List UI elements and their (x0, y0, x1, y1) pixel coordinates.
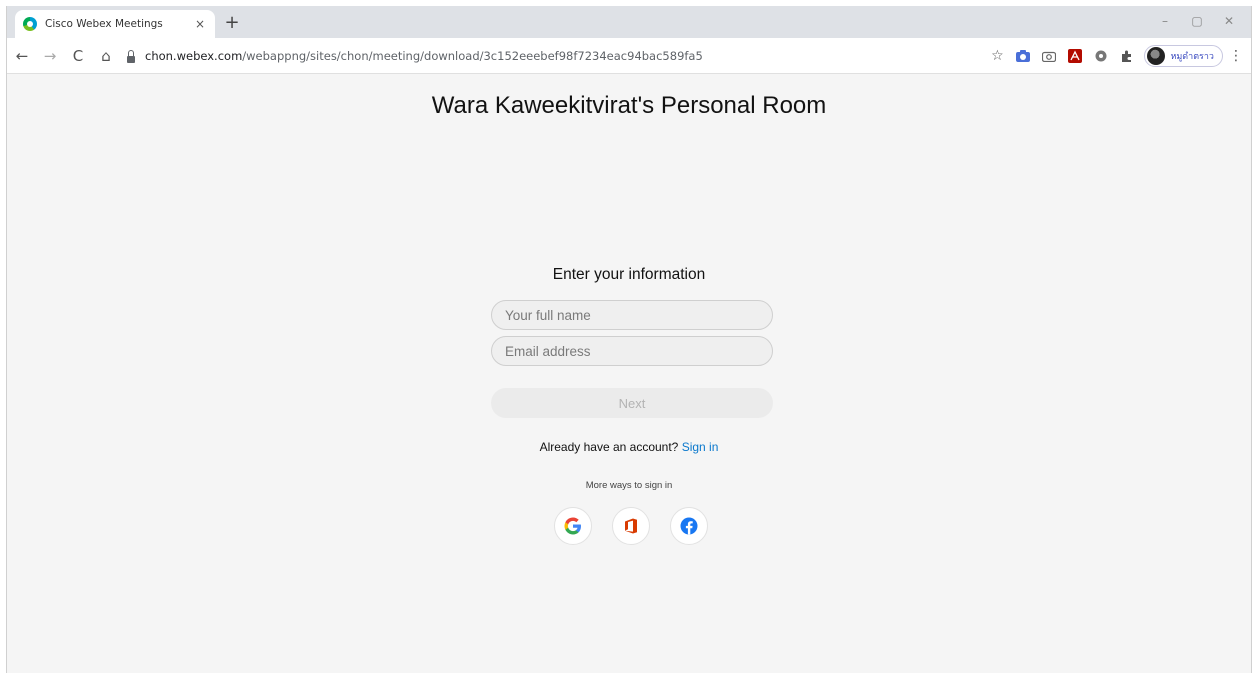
lock-icon[interactable] (125, 49, 137, 63)
close-window-button[interactable]: ✕ (1213, 10, 1245, 32)
address-bar[interactable]: chon.webex.com/webappng/sites/chon/meeti… (125, 44, 975, 68)
url-host: chon.webex.com (145, 49, 243, 63)
office-signin-button[interactable] (612, 507, 650, 545)
back-button[interactable]: ← (9, 43, 35, 69)
webex-favicon-icon (23, 17, 37, 31)
page-title: Wara Kaweekitvirat's Personal Room (431, 92, 827, 119)
maximize-button[interactable]: ▢ (1181, 10, 1213, 32)
full-name-input[interactable] (491, 300, 773, 330)
account-prompt: Already have an account? (539, 440, 679, 454)
toolbar-actions: ☆ หมูดำตราว ⋮ (986, 43, 1245, 69)
facebook-icon (680, 517, 698, 535)
browser-toolbar: ← → C ⌂ chon.webex.com/webappng/sites/ch… (7, 38, 1251, 74)
form-heading: Enter your information (552, 266, 706, 283)
tab-webex[interactable]: Cisco Webex Meetings × (15, 10, 215, 38)
tab-title: Cisco Webex Meetings (45, 18, 163, 30)
new-tab-button[interactable]: + (221, 13, 243, 33)
reload-button[interactable]: C (65, 43, 91, 69)
social-signin-row (554, 507, 708, 545)
pdf-icon[interactable] (1064, 45, 1086, 67)
puzzle-icon[interactable] (1116, 45, 1138, 67)
tab-strip: Cisco Webex Meetings × + – ▢ ✕ (7, 6, 1251, 38)
page-content: Wara Kaweekitvirat's Personal Room Enter… (7, 74, 1251, 673)
office-icon (625, 518, 637, 534)
browser-menu-icon[interactable]: ⋮ (1227, 45, 1245, 67)
more-ways-label: More ways to sign in (585, 480, 673, 491)
email-input[interactable] (491, 336, 773, 366)
facebook-signin-button[interactable] (670, 507, 708, 545)
settings-gear-icon[interactable] (1090, 45, 1112, 67)
window-controls: – ▢ ✕ (1149, 10, 1245, 32)
profile-name: หมูดำตราว (1170, 52, 1214, 62)
camera-icon[interactable] (1012, 45, 1034, 67)
home-button[interactable]: ⌂ (93, 43, 119, 69)
tab-close-icon[interactable]: × (193, 17, 207, 31)
account-line: Already have an account? Sign in (7, 440, 1251, 454)
browser-window: Cisco Webex Meetings × + – ▢ ✕ ← → C ⌂ c… (6, 6, 1252, 673)
sign-in-link[interactable]: Sign in (682, 440, 719, 454)
minimize-button[interactable]: – (1149, 10, 1181, 32)
bookmark-star-icon[interactable]: ☆ (986, 45, 1008, 67)
screenshot-icon[interactable] (1038, 45, 1060, 67)
forward-button[interactable]: → (37, 43, 63, 69)
next-button[interactable]: Next (491, 388, 773, 418)
url-text[interactable]: chon.webex.com/webappng/sites/chon/meeti… (145, 49, 703, 63)
profile-button[interactable]: หมูดำตราว (1144, 45, 1223, 67)
google-icon (564, 517, 581, 535)
avatar (1147, 47, 1166, 65)
google-signin-button[interactable] (554, 507, 592, 545)
url-path: /webappng/sites/chon/meeting/download/3c… (242, 49, 703, 63)
